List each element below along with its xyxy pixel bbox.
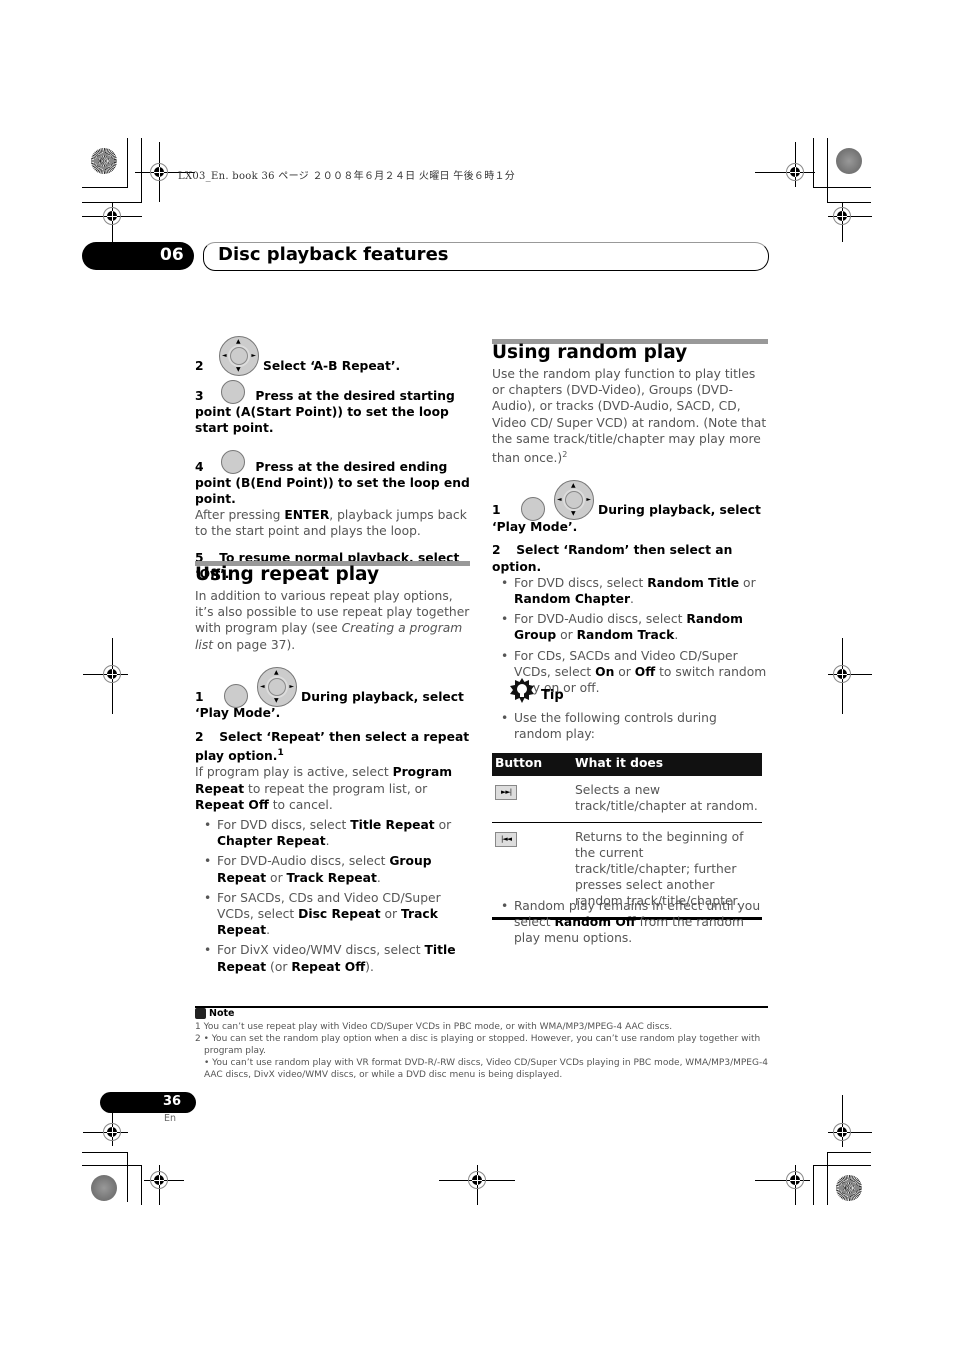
note-item: 2 • You can set the random play option w… <box>195 1034 761 1056</box>
list-item: For DVD discs, select Random Title or Ra… <box>492 575 768 607</box>
list-item: For DivX video/WMV discs, select Title R… <box>195 942 470 974</box>
step-4-ab: 4 Press at the desired ending point (B(E… <box>195 450 470 508</box>
list-item: For DVD discs, select Title Repeat or Ch… <box>195 817 470 849</box>
list-item: Use the following controls during random… <box>492 710 768 742</box>
step-text: Select ‘Repeat’ then select a repeat pla… <box>195 729 470 764</box>
color-target-icon <box>91 1175 117 1201</box>
random-heading: Using random play <box>492 342 688 363</box>
repeat-heading: Using repeat play <box>195 564 380 585</box>
step-text: During playback, select ‘Play Mode’. <box>195 689 464 721</box>
enter-button-icon <box>221 450 246 475</box>
random-step-1: 1 ▲ ▼ ◄ ► During playback, select ‘Play Mod… <box>492 480 768 534</box>
previous-track-icon: |◄◄ <box>495 832 517 847</box>
footnote-ref[interactable]: 1 <box>277 748 283 758</box>
list-item: For DVD-Audio discs, select Random Group… <box>492 611 768 643</box>
list-item: For DVD-Audio discs, select Group Repeat… <box>195 853 470 885</box>
table-cell: Selects a new track/title/chapter at ran… <box>572 776 762 823</box>
repeat-step-1: 1 ▲ ▼ ◄ ► During playback, select ‘Play Mod… <box>195 666 470 720</box>
color-target-icon <box>836 1175 862 1201</box>
repeat-options-list: For DVD discs, select Title Repeat or Ch… <box>195 817 470 975</box>
repeat-intro: In addition to various repeat play optio… <box>195 589 470 652</box>
note-item: • You can’t use random play with VR form… <box>204 1058 768 1080</box>
tip-label: Tip <box>541 688 564 703</box>
page-language: En <box>164 1113 177 1124</box>
table-row: ►►| Selects a new track/title/chapter at… <box>492 776 762 823</box>
tip-lightbulb-icon <box>510 678 534 703</box>
chapter-number: 06 <box>160 245 184 265</box>
list-item: Random play remains in effect until you … <box>492 898 768 947</box>
note-item: 1 You can’t use repeat play with Video C… <box>195 1022 673 1032</box>
color-target-icon <box>91 148 117 174</box>
page-number-badge <box>100 1092 196 1113</box>
random-section: Use the random play function to play tit… <box>492 366 768 700</box>
repeat-section: In addition to various repeat play optio… <box>195 588 470 979</box>
step-number: 4 <box>195 459 204 474</box>
footnote-ref[interactable]: 2 <box>562 450 567 459</box>
chapter-title: Disc playback features <box>218 244 449 265</box>
enter-button-icon <box>221 379 246 404</box>
print-info: LX03_En. book 36 ページ ２００８年６月２４日 火曜日 午後６時… <box>178 171 516 182</box>
ab-repeat-steps: 2 ▲ ▼ ◄ ► Select ‘A-B Repeat’. 3 Press at t… <box>195 336 470 582</box>
next-track-icon: ►►| <box>495 785 517 800</box>
table-header-row: Button What it does <box>492 753 762 776</box>
color-target-icon <box>836 148 862 174</box>
step-text: Select ‘A-B Repeat’. <box>263 359 401 373</box>
tip-text: Use the following controls during random… <box>492 710 768 746</box>
column-header: Button <box>492 753 572 776</box>
step-number: 2 <box>195 359 204 373</box>
random-step-2: 2 Select ‘Random’ then select an option. <box>492 543 733 574</box>
step-3-ab: 3 Press at the desired starting point (A… <box>195 379 470 437</box>
random-off-text: Random play remains in effect until you … <box>492 898 768 951</box>
step-2-ab: 2 ▲ ▼ ◄ ► Select ‘A-B Repeat’. <box>195 336 470 376</box>
repeat-step-2: 2 Select ‘Repeat’ then select a repeat p… <box>195 729 470 764</box>
after-pressing-text: After pressing ENTER, playback jumps bac… <box>195 508 467 539</box>
step-text: During playback, select ‘Play Mode’. <box>492 503 761 534</box>
notes: Note 1 You can’t use repeat play with Vi… <box>195 1008 770 1081</box>
dpad-icon: ▲ ▼ ◄ ► <box>219 336 259 376</box>
controls-table: Button What it does ►►| Selects a new tr… <box>492 753 762 920</box>
step-number: 3 <box>195 389 204 403</box>
random-intro: Use the random play function to play tit… <box>492 367 767 466</box>
note-pencil-icon <box>195 1008 206 1019</box>
page-number: 36 <box>163 1094 182 1109</box>
column-header: What it does <box>572 753 762 776</box>
step-text: Select ‘Random’ then select an option. <box>492 543 733 574</box>
list-item: For SACDs, CDs and Video CD/Super VCDs, … <box>195 890 470 939</box>
note-title: Note <box>209 1008 235 1019</box>
program-repeat-text: If program play is active, select Progra… <box>195 765 453 812</box>
